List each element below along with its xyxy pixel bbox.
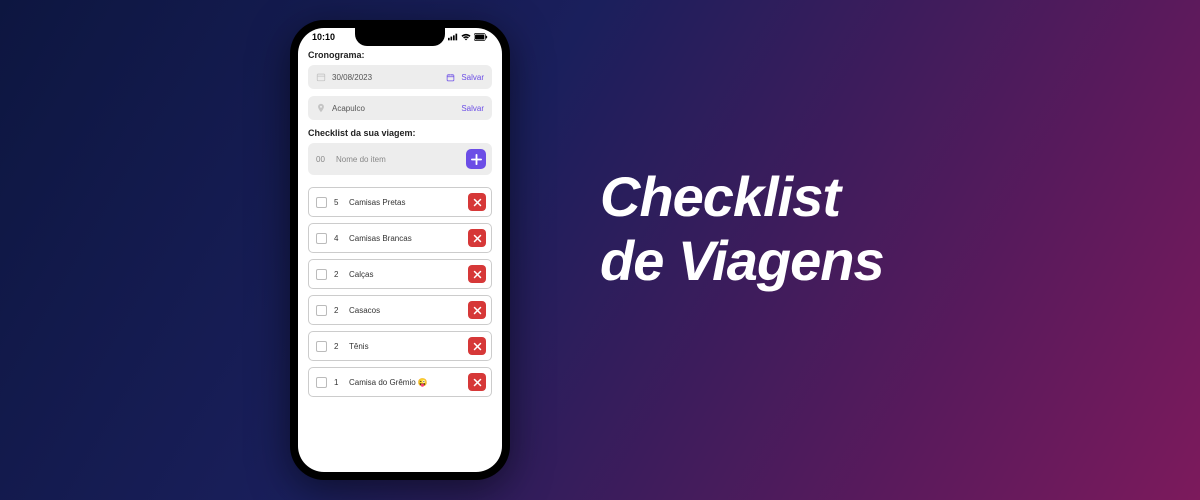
delete-button[interactable] (468, 337, 486, 355)
qty-input[interactable]: 00 (316, 155, 328, 164)
checklist-items: 5Camisas Pretas4Camisas Brancas2Calças2C… (308, 187, 492, 397)
place-value: Acapulco (332, 104, 455, 113)
item-qty: 4 (334, 234, 342, 243)
list-item: 5 Camisas Pretas (308, 187, 492, 217)
close-icon (473, 234, 482, 243)
app-content: Cronograma: 30/08/2023 Salvar Acapulco S… (298, 44, 502, 409)
item-name: Camisa do Grêmio 😜 (349, 378, 461, 387)
place-input-row[interactable]: Acapulco Salvar (308, 96, 492, 120)
item-qty: 1 (334, 378, 342, 387)
hero-title: Checklist de Viagens (600, 165, 884, 294)
status-time: 10:10 (312, 32, 335, 42)
name-input[interactable]: Nome do item (336, 155, 458, 164)
wifi-icon (461, 33, 471, 41)
item-qty: 2 (334, 342, 342, 351)
cronograma-label: Cronograma: (308, 50, 492, 60)
checklist-label: Checklist da sua viagem: (308, 128, 492, 138)
checkbox[interactable] (316, 233, 327, 244)
list-item: 2 Casacos (308, 295, 492, 325)
checkbox[interactable] (316, 305, 327, 316)
date-picker-icon[interactable] (446, 73, 455, 82)
delete-button[interactable] (468, 373, 486, 391)
add-item-row: 00 Nome do item (308, 143, 492, 175)
hero-line1: Checklist (600, 165, 884, 229)
location-icon (316, 103, 326, 113)
list-item: 2 Tênis (308, 331, 492, 361)
item-qty: 2 (334, 306, 342, 315)
checkbox[interactable] (316, 341, 327, 352)
item-qty: 5 (334, 198, 342, 207)
date-value: 30/08/2023 (332, 73, 440, 82)
delete-button[interactable] (468, 193, 486, 211)
hero-line2: de Viagens (600, 229, 884, 293)
phone-screen: 10:10 Cronograma: 30/08/2023 Salvar Acap… (298, 28, 502, 472)
close-icon (473, 306, 482, 315)
place-save-button[interactable]: Salvar (461, 104, 484, 113)
delete-button[interactable] (468, 265, 486, 283)
date-save-button[interactable]: Salvar (461, 73, 484, 82)
close-icon (473, 198, 482, 207)
signal-icon (448, 33, 458, 41)
close-icon (473, 270, 482, 279)
checkbox[interactable] (316, 377, 327, 388)
checkbox[interactable] (316, 197, 327, 208)
plus-icon (471, 154, 482, 165)
date-input-row[interactable]: 30/08/2023 Salvar (308, 65, 492, 89)
calendar-icon (316, 72, 326, 82)
checkbox[interactable] (316, 269, 327, 280)
item-name: Camisas Brancas (349, 234, 461, 243)
phone-frame: 10:10 Cronograma: 30/08/2023 Salvar Acap… (290, 20, 510, 480)
delete-button[interactable] (468, 229, 486, 247)
item-qty: 2 (334, 270, 342, 279)
battery-icon (474, 33, 488, 41)
delete-button[interactable] (468, 301, 486, 319)
item-name: Calças (349, 270, 461, 279)
list-item: 2 Calças (308, 259, 492, 289)
close-icon (473, 378, 482, 387)
item-name: Tênis (349, 342, 461, 351)
list-item: 1 Camisa do Grêmio 😜 (308, 367, 492, 397)
phone-notch (355, 28, 445, 46)
status-indicators (448, 33, 488, 41)
item-name: Casacos (349, 306, 461, 315)
item-name: Camisas Pretas (349, 198, 461, 207)
list-item: 4 Camisas Brancas (308, 223, 492, 253)
add-button[interactable] (466, 149, 486, 169)
close-icon (473, 342, 482, 351)
